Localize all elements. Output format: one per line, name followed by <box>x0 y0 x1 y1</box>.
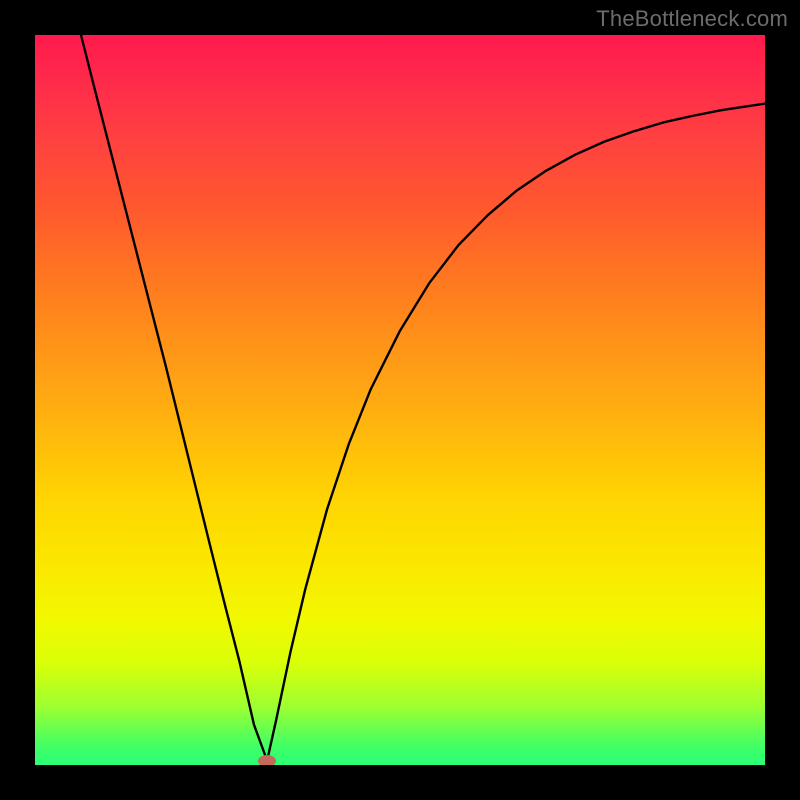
watermark-text: TheBottleneck.com <box>596 6 788 32</box>
chart-frame: TheBottleneck.com <box>0 0 800 800</box>
bottleneck-curve <box>35 35 765 765</box>
plot-area <box>35 35 765 765</box>
minimum-marker <box>258 755 276 765</box>
